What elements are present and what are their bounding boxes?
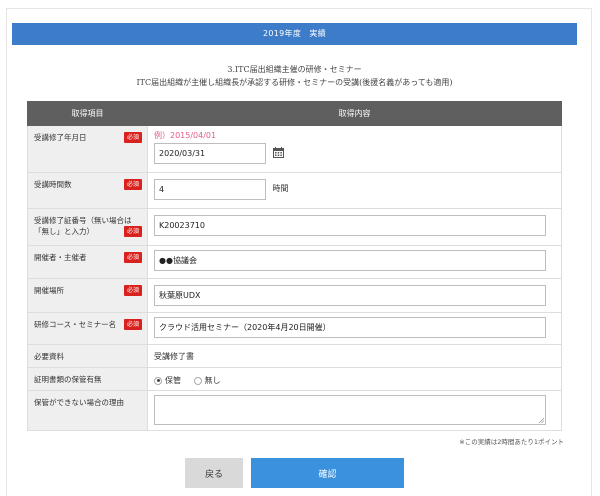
confirm-button[interactable]: 確認 bbox=[251, 458, 404, 488]
row-label-venue: 開催場所 必須 bbox=[27, 278, 148, 313]
back-button[interactable]: 戻る bbox=[185, 458, 243, 488]
hours-unit: 時間 bbox=[272, 184, 289, 193]
row-value-hours: 4 時間 bbox=[147, 172, 562, 209]
entry-table: 取得項目 取得内容 受講修了年月日 必須 例）2015/04/01 2020/0… bbox=[27, 101, 562, 431]
row-value-reason bbox=[147, 390, 562, 431]
required-badge: 必須 bbox=[123, 226, 142, 237]
organizer-input[interactable]: ●●協議会 bbox=[154, 250, 546, 271]
row-label-certificate: 受講修了証番号（無い場合は 「無し」と入力） 必須 bbox=[27, 208, 148, 246]
required-badge: 必須 bbox=[123, 132, 142, 143]
radio-kept[interactable] bbox=[154, 376, 162, 385]
completion-date-input[interactable]: 2020/03/31 bbox=[154, 143, 266, 164]
row-value-proof-kept: 保管 無し bbox=[147, 367, 562, 391]
row-value-certificate: K20023710 bbox=[147, 208, 562, 246]
row-label-reason: 保管ができない場合の理由 bbox=[27, 390, 148, 431]
row-label-completion-date: 受講修了年月日 必須 bbox=[27, 125, 148, 173]
row-value-venue: 秋葉原UDX bbox=[147, 278, 562, 313]
required-badge: 必須 bbox=[123, 179, 142, 190]
date-example-hint: 例）2015/04/01 bbox=[154, 131, 217, 140]
required-documents-text: 受講修了書 bbox=[154, 352, 194, 361]
column-header-content: 取得内容 bbox=[147, 101, 562, 126]
points-note: ※この実績は2時間あたり1ポイント bbox=[459, 438, 564, 446]
required-badge: 必須 bbox=[123, 319, 142, 330]
row-value-course: クラウド活用セミナー（2020年4月20日開催） bbox=[147, 312, 562, 345]
section-subtitle: ITC届出組織が主催し組織長が承認する研修・セミナーの受講(後援名義があっても適… bbox=[136, 78, 453, 87]
row-value-documents: 受講修了書 bbox=[147, 344, 562, 368]
section-title: 3.ITC届出組織主催の研修・セミナー bbox=[227, 65, 362, 74]
required-badge: 必須 bbox=[123, 252, 142, 263]
reason-textarea[interactable] bbox=[154, 395, 546, 425]
row-label-course: 研修コース・セミナー名 必須 bbox=[27, 312, 148, 345]
hours-input[interactable]: 4 bbox=[154, 179, 266, 200]
row-value-completion-date: 例）2015/04/01 2020/03/31 bbox=[147, 125, 562, 173]
row-label-organizer: 開催者・主催者 必須 bbox=[27, 245, 148, 279]
calendar-icon[interactable] bbox=[272, 147, 284, 160]
required-badge: 必須 bbox=[123, 285, 142, 296]
radio-kept-label[interactable]: 保管 bbox=[165, 376, 181, 385]
radio-not-kept-label[interactable]: 無し bbox=[205, 376, 221, 385]
venue-input[interactable]: 秋葉原UDX bbox=[154, 285, 546, 306]
row-label-proof-kept: 証明書類の保管有無 bbox=[27, 367, 148, 391]
year-banner: 2019年度 実績 bbox=[12, 23, 577, 45]
row-label-hours: 受講時間数 必須 bbox=[27, 172, 148, 209]
row-value-organizer: ●●協議会 bbox=[147, 245, 562, 279]
certificate-number-input[interactable]: K20023710 bbox=[154, 215, 546, 236]
column-header-item: 取得項目 bbox=[27, 101, 148, 126]
row-label-documents: 必要資料 bbox=[27, 344, 148, 368]
radio-not-kept[interactable] bbox=[193, 376, 202, 385]
resize-grip-icon[interactable] bbox=[538, 417, 544, 423]
course-name-input[interactable]: クラウド活用セミナー（2020年4月20日開催） bbox=[154, 317, 546, 338]
